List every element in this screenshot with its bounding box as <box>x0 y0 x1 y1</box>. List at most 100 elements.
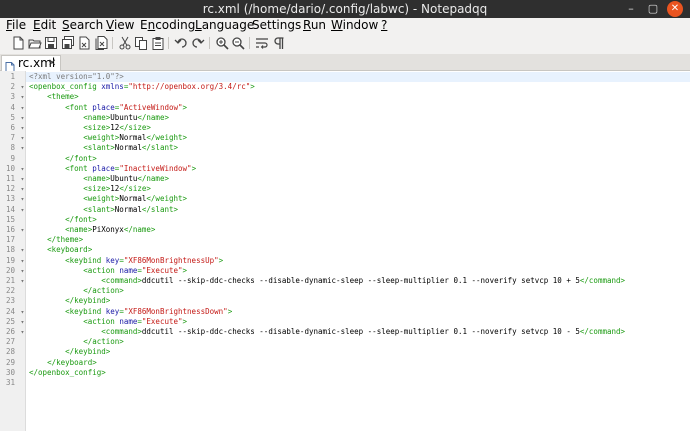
fold-arrow-icon[interactable]: ▾ <box>19 276 26 286</box>
code-line[interactable]: </keybind> <box>26 296 690 306</box>
code-line[interactable]: <weight>Normal</weight> <box>26 133 690 143</box>
show-all-characters-icon[interactable] <box>271 36 285 50</box>
code-text: <keybind key="XF86MonBrightnessDown"> <box>65 306 233 316</box>
fold-arrow-icon[interactable]: ▾ <box>19 92 26 102</box>
fold-arrow-icon[interactable]: ▾ <box>19 82 26 92</box>
code-text: <slant>Normal</slant> <box>83 143 179 153</box>
code-text: <action name="Execute"> <box>83 265 188 275</box>
line-number: 29 <box>5 357 15 367</box>
code-line[interactable]: <font place="InactiveWindow"> <box>26 164 690 174</box>
code-line[interactable]: </openbox_config> <box>26 368 690 378</box>
fold-arrow-icon[interactable]: ▾ <box>19 113 26 123</box>
line-number: 12 <box>5 184 15 194</box>
code-line[interactable]: </font> <box>26 154 690 164</box>
code-line[interactable]: <keybind key="XF86MonBrightnessUp"> <box>26 256 690 266</box>
paste-icon[interactable] <box>151 36 165 50</box>
zoom-out-icon[interactable] <box>231 36 245 50</box>
menu-file[interactable]: File <box>6 18 26 33</box>
minimize-button[interactable]: – <box>623 1 639 17</box>
tab-close-icon[interactable]: ✕ <box>48 56 56 71</box>
code-text: <weight>Normal</weight> <box>83 133 188 143</box>
menu-language[interactable]: Language <box>195 18 254 33</box>
code-line[interactable]: <keybind key="XF86MonBrightnessDown"> <box>26 307 690 317</box>
code-line[interactable]: <size>12</size> <box>26 184 690 194</box>
fold-arrow-icon[interactable]: ▾ <box>19 174 26 184</box>
line-number: 20 <box>5 265 15 275</box>
menu-search[interactable]: Search <box>62 18 103 33</box>
fold-arrow-icon[interactable]: ▾ <box>19 266 26 276</box>
code-line[interactable]: </action> <box>26 286 690 296</box>
code-line[interactable]: </theme> <box>26 235 690 245</box>
title-bar[interactable]: rc.xml (/home/dario/.config/labwc) - Not… <box>0 0 690 18</box>
fold-arrow-icon[interactable]: ▾ <box>19 184 26 194</box>
code-line[interactable]: <size>12</size> <box>26 123 690 133</box>
code-line[interactable]: <action name="Execute"> <box>26 317 690 327</box>
fold-arrow-icon[interactable]: ▾ <box>19 143 26 153</box>
zoom-in-icon[interactable] <box>215 36 229 50</box>
fold-arrow-icon[interactable]: ▾ <box>19 164 26 174</box>
fold-arrow-icon[interactable]: ▾ <box>19 103 26 113</box>
code-line[interactable]: </keybind> <box>26 347 690 357</box>
fold-arrow-icon[interactable]: ▾ <box>19 133 26 143</box>
menu-run[interactable]: Run <box>303 18 326 33</box>
code-line[interactable]: <slant>Normal</slant> <box>26 205 690 215</box>
fold-arrow-icon[interactable]: ▾ <box>19 123 26 133</box>
code-line[interactable]: <name>Ubuntu</name> <box>26 174 690 184</box>
close-file-icon[interactable] <box>77 36 91 50</box>
fold-arrow-icon[interactable]: ▾ <box>19 245 26 255</box>
line-number: 14 <box>5 204 15 214</box>
line-number: 26 <box>5 327 15 336</box>
code-line[interactable]: <name>PiXonyx</name> <box>26 225 690 235</box>
redo-icon[interactable] <box>191 36 205 50</box>
save-icon[interactable] <box>44 36 58 50</box>
code-line[interactable]: </keyboard> <box>26 358 690 368</box>
fold-arrow-icon[interactable]: ▾ <box>19 317 26 327</box>
code-line[interactable]: <name>Ubuntu</name> <box>26 113 690 123</box>
menu-view[interactable]: View <box>106 18 134 33</box>
close-all-icon[interactable] <box>94 36 108 50</box>
line-number: 13 <box>5 194 15 204</box>
code-text: <slant>Normal</slant> <box>83 204 179 214</box>
close-window-button[interactable]: ✕ <box>667 1 683 17</box>
code-line[interactable]: <?xml version="1.0"?> <box>26 72 690 83</box>
fold-arrow-icon[interactable]: ▾ <box>19 225 26 235</box>
code-line[interactable]: <theme> <box>26 92 690 102</box>
save-all-icon[interactable] <box>61 36 75 50</box>
undo-icon[interactable] <box>174 36 188 50</box>
line-number: 18 <box>5 245 15 255</box>
code-line[interactable]: <openbox_config xmlns="http://openbox.or… <box>26 82 690 92</box>
fold-arrow-icon[interactable]: ▾ <box>19 307 26 317</box>
code-line[interactable]: </action> <box>26 337 690 347</box>
code-line[interactable]: <slant>Normal</slant> <box>26 143 690 153</box>
editor[interactable]: 1 2 ▾ 3 ▾ 4 ▾ 5 ▾ 6 ▾ 7 ▾ 8 ▾ 9 10 ▾ 11 ▾ 12 ▾ 13 ▾ 14 ▾ 15 16 ▾ 17 18… <box>0 71 690 431</box>
fold-arrow-icon[interactable]: ▾ <box>19 194 26 204</box>
fold-arrow-icon[interactable]: ▾ <box>19 256 26 266</box>
maximize-button[interactable]: ▢ <box>645 1 661 17</box>
code-line[interactable]: <action name="Execute"> <box>26 266 690 276</box>
code-text: <command>ddcutil --skip-ddc-checks --dis… <box>101 276 626 285</box>
open-file-icon[interactable] <box>27 36 42 50</box>
tab-rc-xml[interactable]: rc.xml ✕ <box>1 55 61 73</box>
code-line[interactable]: </font> <box>26 215 690 225</box>
code-area[interactable]: <?xml version="1.0"?> <openbox_config xml… <box>26 71 690 431</box>
code-line[interactable]: <font place="ActiveWindow"> <box>26 103 690 113</box>
new-file-icon[interactable] <box>11 36 25 50</box>
code-line[interactable]: <weight>Normal</weight> <box>26 194 690 204</box>
code-line[interactable]: <keyboard> <box>26 245 690 255</box>
fold-arrow-icon[interactable]: ▾ <box>19 205 26 215</box>
menu-edit[interactable]: Edit <box>33 18 56 33</box>
code-line[interactable] <box>26 378 690 388</box>
code-text: <?xml version="1.0"?> <box>29 72 124 81</box>
copy-icon[interactable] <box>134 36 148 50</box>
menu-help[interactable]: ? <box>381 18 387 33</box>
word-wrap-icon[interactable] <box>255 36 269 50</box>
cut-icon[interactable] <box>118 36 132 50</box>
code-line[interactable]: <command>ddcutil --skip-ddc-checks --dis… <box>26 276 690 286</box>
fold-arrow-icon[interactable]: ▾ <box>19 327 26 337</box>
code-text: <openbox_config xmlns="http://openbox.or… <box>29 82 255 92</box>
line-number: 10 <box>5 163 15 173</box>
menu-encoding[interactable]: Encoding <box>140 18 195 33</box>
menu-window[interactable]: Window <box>331 18 378 33</box>
menu-settings[interactable]: Settings <box>252 18 301 33</box>
code-line[interactable]: <command>ddcutil --skip-ddc-checks --dis… <box>26 327 690 337</box>
